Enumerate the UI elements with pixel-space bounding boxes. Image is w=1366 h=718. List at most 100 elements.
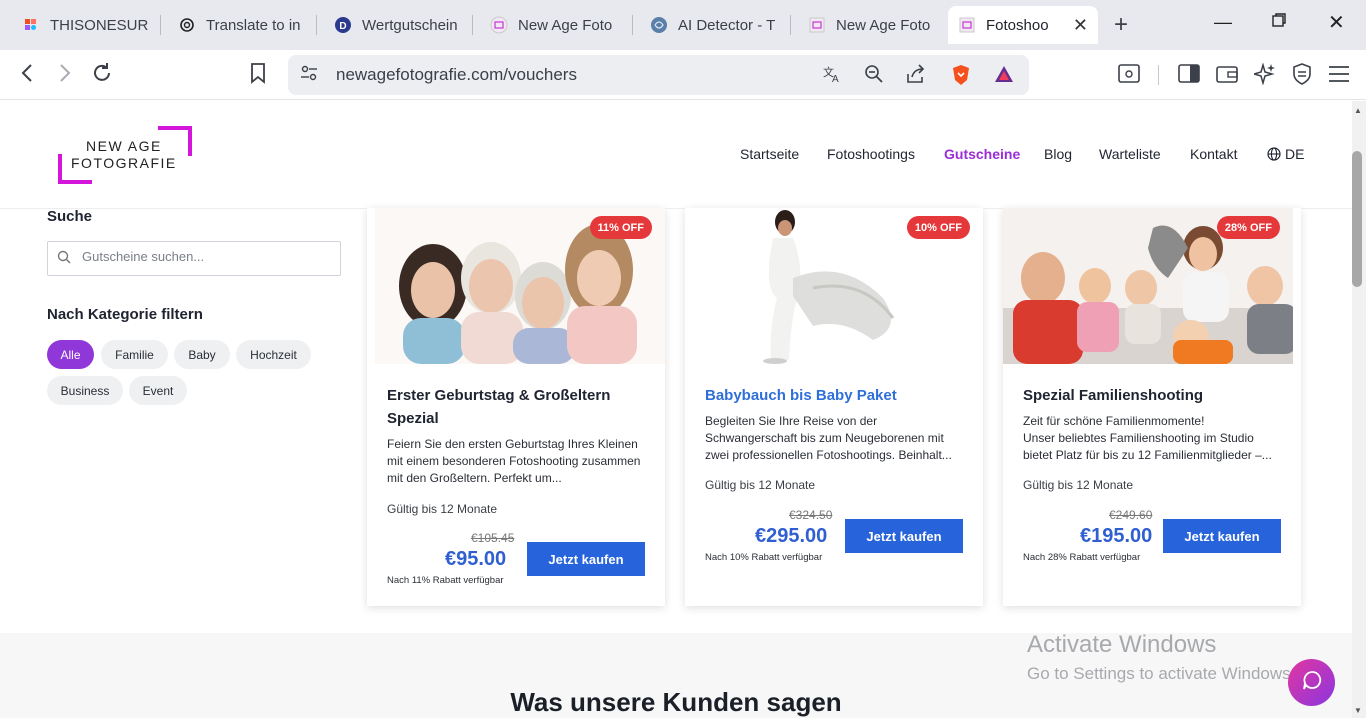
tab-separator (790, 15, 791, 35)
close-window-icon[interactable]: ✕ (1328, 10, 1345, 35)
brave-rewards-icon[interactable] (993, 64, 1015, 89)
browser-tab-bar: THISONESURE Translate to in D Wertgutsch… (0, 0, 1366, 50)
nav-fotoshootings[interactable]: Fotoshootings (827, 146, 915, 162)
voucher-image-maternity[interactable]: 10% OFF (693, 208, 983, 364)
d-icon: D (334, 16, 352, 34)
tab-separator (632, 15, 633, 35)
scroll-up-arrow-icon[interactable]: ▲ (1354, 106, 1362, 115)
zoom-icon[interactable] (864, 64, 884, 89)
svg-text:A: A (832, 74, 839, 84)
old-price: €105.45 (471, 531, 515, 545)
minimize-icon[interactable]: — (1214, 12, 1232, 33)
filter-chip-baby[interactable]: Baby (174, 340, 230, 369)
voucher-card: 11% OFF Erster Geburtstag & Großeltern S… (367, 208, 665, 606)
nav-blog[interactable]: Blog (1044, 146, 1072, 162)
scroll-down-arrow-icon[interactable]: ▼ (1354, 706, 1362, 715)
nav-gutscheine[interactable]: Gutscheine (944, 146, 1020, 162)
discount-badge: 10% OFF (906, 216, 970, 239)
filter-chip-hochzeit[interactable]: Hochzeit (236, 340, 311, 369)
nav-warteliste[interactable]: Warteliste (1099, 146, 1161, 162)
bookmark-icon[interactable] (250, 62, 266, 90)
address-bar[interactable]: newagefotografie.com/vouchers 文A (288, 55, 1029, 95)
nav-kontakt[interactable]: Kontakt (1190, 146, 1237, 162)
buy-button[interactable]: Jetzt kaufen (1163, 519, 1281, 553)
voucher-title[interactable]: Erster Geburtstag & Großeltern Spezial (387, 384, 649, 430)
tab-fotoshooting-active[interactable]: Fotoshoo ✕ (948, 6, 1098, 44)
logo-text-line2: FOTOGRAFIE (71, 155, 177, 171)
toolbar-divider (1158, 65, 1159, 85)
filter-chip-event[interactable]: Event (129, 376, 187, 405)
voucher-search[interactable] (47, 241, 341, 276)
new-price: €295.00 (755, 525, 828, 547)
wallet-icon[interactable] (1216, 64, 1238, 90)
figma-icon (22, 16, 40, 34)
tab-separator (316, 15, 317, 35)
voucher-title[interactable]: Spezial Familienshooting (1023, 384, 1285, 407)
voucher-description-line2: Unser beliebtes Familienshooting im Stud… (1023, 431, 1272, 462)
sidebar-toggle-icon[interactable] (1178, 64, 1200, 90)
browser-toolbar: newagefotografie.com/vouchers 文A (0, 50, 1366, 100)
tab-new-age-foto-1[interactable]: New Age Foto (480, 6, 626, 44)
logo-corner-top-right (158, 126, 192, 156)
discount-note: Nach 10% Rabatt verfügbar (705, 552, 823, 563)
voucher-validity: Gültig bis 12 Monate (1023, 478, 1134, 492)
voucher-description: Begleiten Sie Ihre Reise von der Schwang… (705, 414, 952, 462)
voucher-description-line1: Zeit für schöne Familienmomente! (1023, 414, 1205, 428)
tab-separator (472, 15, 473, 35)
forward-icon[interactable] (58, 62, 72, 90)
windows-activation-title: Activate Windows (1027, 631, 1217, 658)
discount-note: Nach 28% Rabatt verfügbar (1023, 552, 1141, 563)
site-logo[interactable]: NEW AGE FOTOGRAFIE (58, 126, 192, 184)
site-settings-icon[interactable] (300, 64, 318, 87)
discount-badge: 28% OFF (1216, 216, 1280, 239)
reload-icon[interactable] (91, 62, 113, 90)
new-tab-icon[interactable]: + (1114, 11, 1128, 39)
voucher-validity: Gültig bis 12 Monate (387, 502, 498, 516)
buy-button[interactable]: Jetzt kaufen (527, 542, 645, 576)
chat-widget-button[interactable] (1288, 659, 1335, 706)
tab-ai-detector[interactable]: AI Detector - T (640, 6, 786, 44)
url-text[interactable]: newagefotografie.com/vouchers (336, 65, 577, 85)
tab-wertgutschein[interactable]: D Wertgutschein (324, 6, 470, 44)
scrollbar-thumb[interactable] (1352, 151, 1362, 287)
voucher-card: 28% OFF Spezial Familienshooting Zeit fü… (1003, 208, 1301, 606)
voucher-title[interactable]: Babybauch bis Baby Paket (705, 384, 967, 407)
tab-new-age-foto-2[interactable]: New Age Foto (798, 6, 944, 44)
nafoto-icon (958, 16, 976, 34)
search-input[interactable] (82, 249, 332, 264)
discount-note: Nach 11% Rabatt verfügbar (387, 575, 504, 586)
voucher-image-grandparents[interactable]: 11% OFF (375, 208, 665, 364)
share-icon[interactable] (906, 64, 926, 89)
svg-text:D: D (339, 21, 346, 32)
filter-chip-alle[interactable]: Alle (47, 340, 94, 369)
filter-chip-business[interactable]: Business (47, 376, 123, 405)
nav-startseite[interactable]: Startseite (740, 146, 799, 162)
filter-heading: Nach Kategorie filtern (47, 306, 203, 323)
site-header: NEW AGE FOTOGRAFIE Startseite Fotoshooti… (0, 101, 1352, 209)
vpn-shield-icon[interactable] (1292, 63, 1312, 91)
discount-badge: 11% OFF (589, 216, 652, 239)
translate-icon[interactable]: 文A (822, 64, 842, 89)
close-tab-icon[interactable]: ✕ (1073, 15, 1088, 36)
globe-icon[interactable] (1267, 147, 1281, 164)
leo-ai-icon[interactable] (1251, 62, 1276, 91)
tab-thisonesure[interactable]: THISONESURE (12, 6, 158, 44)
restore-icon[interactable] (1271, 12, 1287, 33)
testimonials-heading: Was unsere Kunden sagen (510, 687, 842, 717)
brave-shield-icon[interactable] (951, 64, 971, 91)
nafoto-icon (808, 16, 826, 34)
back-icon[interactable] (20, 62, 34, 90)
buy-button[interactable]: Jetzt kaufen (845, 519, 963, 553)
language-switch[interactable]: DE (1285, 146, 1304, 162)
filter-chip-familie[interactable]: Familie (101, 340, 168, 369)
menu-icon[interactable] (1328, 64, 1350, 90)
voucher-image-family[interactable]: 28% OFF (1003, 208, 1293, 364)
tab-translate[interactable]: Translate to in (168, 6, 314, 44)
old-price: €249.60 (1109, 508, 1153, 522)
voucher-validity: Gültig bis 12 Monate (705, 478, 816, 492)
search-heading: Suche (47, 208, 93, 225)
search-icon (57, 250, 71, 267)
nafoto-icon (490, 16, 508, 34)
logo-text-line1: NEW AGE (86, 138, 162, 154)
reader-mode-icon[interactable] (1118, 64, 1140, 90)
